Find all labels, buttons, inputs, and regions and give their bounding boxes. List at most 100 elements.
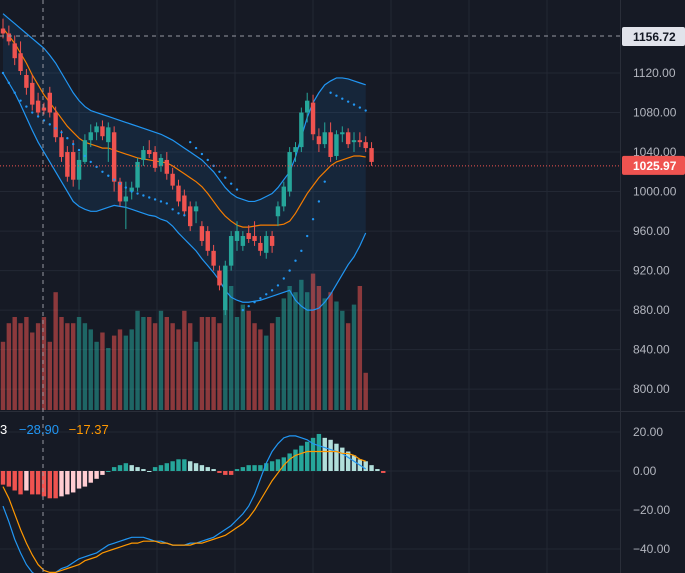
- price-axis-tick: 920.00: [633, 264, 670, 278]
- sar-dot: [112, 178, 116, 181]
- candle-body: [41, 107, 47, 111]
- volume-bar: [82, 323, 88, 410]
- candle-body: [369, 148, 374, 162]
- price-axis-tick: 800.00: [633, 382, 670, 396]
- volume-bar: [252, 323, 257, 410]
- volume-bar: [65, 323, 70, 410]
- volume-bar: [123, 335, 129, 410]
- macd-histogram-bar: [293, 449, 298, 471]
- candle-body: [199, 226, 205, 241]
- candle-body: [316, 136, 322, 145]
- volume-bar: [18, 323, 23, 410]
- macd-axis-tick: −40.00: [633, 542, 670, 556]
- candle-body: [299, 112, 304, 148]
- candle-body: [334, 134, 339, 156]
- macd-histogram-bar: [117, 465, 123, 471]
- candle-body: [340, 132, 345, 135]
- volume-bar: [340, 310, 345, 410]
- sar-dot: [294, 259, 297, 262]
- macd-histogram-bar: [164, 463, 169, 471]
- sar-dot: [148, 196, 151, 199]
- candle-body: [24, 74, 29, 88]
- volume-bar: [158, 310, 164, 410]
- macd-histogram-bar: [193, 463, 199, 471]
- macd-histogram-bar: [316, 433, 322, 471]
- sar-dot: [335, 94, 338, 97]
- candle-body: [223, 265, 228, 311]
- price-axis-tick: 1120.00: [633, 66, 676, 80]
- macd-histogram-bar: [47, 471, 52, 499]
- sar-dot: [276, 284, 280, 287]
- macd-histogram-bar: [375, 469, 380, 471]
- sar-dot: [136, 192, 139, 195]
- candle-body: [193, 206, 199, 212]
- macd-legend-first: 3: [0, 422, 8, 437]
- macd-histogram-bar: [100, 471, 105, 475]
- volume-bar: [193, 341, 199, 410]
- macd-histogram-bar: [18, 471, 23, 495]
- sar-dot: [7, 81, 11, 85]
- volume-bar: [88, 329, 93, 410]
- macd-histogram-bar: [211, 469, 216, 471]
- sar-dot: [107, 174, 110, 177]
- sar-dot: [194, 146, 198, 150]
- volume-bar: [6, 323, 12, 410]
- macd-histogram-bar: [94, 471, 99, 479]
- macd-histogram-bar: [65, 471, 70, 495]
- sar-dot: [124, 186, 128, 189]
- candle-body: [357, 140, 363, 143]
- volume-bar: [281, 298, 286, 410]
- candle-body: [264, 236, 269, 253]
- macd-histogram-bar: [246, 465, 251, 471]
- volume-bar: [188, 323, 193, 410]
- macd-histogram-bar: [176, 459, 181, 471]
- volume-bar: [258, 329, 263, 410]
- candle-body: [141, 150, 146, 160]
- macd-histogram-bar: [351, 455, 357, 471]
- volume-bar: [76, 317, 82, 410]
- sar-dot: [54, 127, 57, 130]
- candle-body: [305, 100, 310, 113]
- volume-bar: [199, 317, 205, 410]
- macd-histogram-bar: [269, 461, 275, 471]
- candle-body: [351, 140, 357, 143]
- volume-bar: [310, 273, 316, 410]
- sar-dot: [247, 304, 250, 308]
- macd-histogram-bar: [147, 471, 152, 472]
- macd-histogram-bar: [188, 461, 193, 471]
- volume-bar: [111, 335, 117, 410]
- volume-bar: [322, 298, 327, 410]
- sar-dot: [235, 188, 239, 191]
- macd-histogram-bar: [41, 471, 47, 497]
- volume-bar: [246, 310, 251, 410]
- macd-histogram-bar: [88, 471, 93, 483]
- last-price-label: 1025.97: [633, 159, 677, 173]
- sar-dot: [241, 308, 245, 312]
- macd-histogram-bar: [369, 465, 374, 471]
- macd-histogram-bar: [129, 465, 134, 471]
- volume-bar: [287, 286, 292, 410]
- candle-body: [106, 127, 111, 143]
- sar-dot: [66, 137, 69, 140]
- volume-bar: [129, 329, 134, 410]
- volume-bar: [47, 341, 52, 410]
- macd-histogram-bar: [135, 467, 140, 471]
- sar-dot: [358, 106, 362, 109]
- volume-bar: [240, 304, 246, 410]
- volume-bar: [100, 332, 105, 410]
- volume-bar: [152, 323, 158, 410]
- trading-chart[interactable]: 1120.001080.001040.001000.00960.00920.00…: [0, 0, 685, 573]
- volume-bar: [217, 323, 222, 410]
- volume-bar: [269, 323, 275, 410]
- volume-bar: [234, 317, 240, 410]
- volume-bar: [170, 323, 175, 410]
- macd-histogram-bar: [334, 443, 339, 471]
- volume-bar: [299, 279, 304, 410]
- macd-histogram-bar: [24, 471, 29, 491]
- candle-body: [30, 82, 35, 105]
- macd-histogram-bar: [340, 447, 345, 471]
- volume-bar: [176, 329, 181, 410]
- candle-body: [363, 142, 368, 149]
- sar-dot: [229, 182, 233, 185]
- candle-body: [217, 270, 222, 286]
